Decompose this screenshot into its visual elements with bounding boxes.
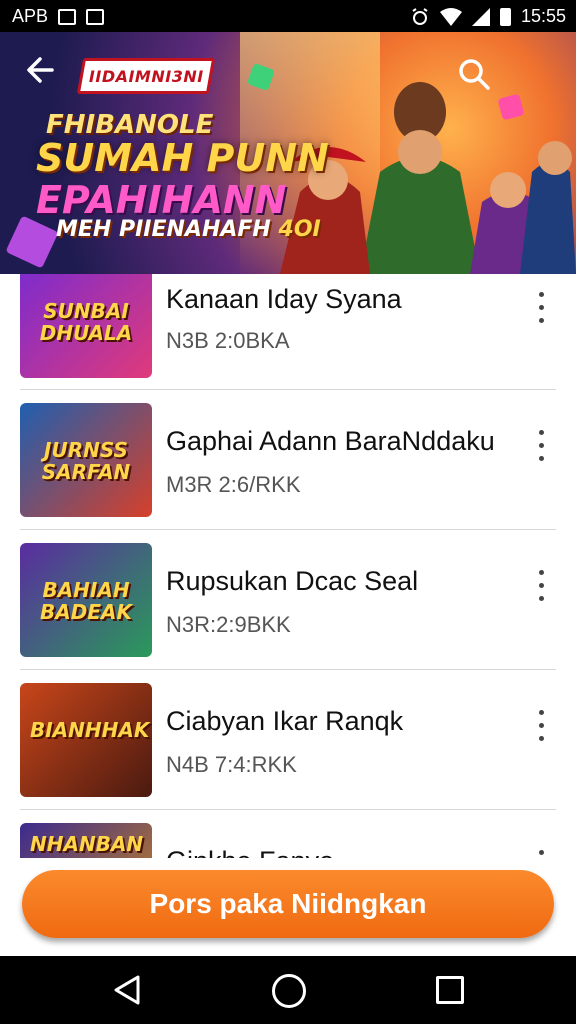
more-vert-icon bbox=[539, 292, 544, 297]
game-thumbnail: BAHIAH BADEAK bbox=[20, 543, 152, 657]
logo-text: IIDAIMNI3NI bbox=[88, 66, 204, 86]
wifi-icon bbox=[439, 7, 462, 26]
nav-recents-icon[interactable] bbox=[436, 976, 464, 1004]
search-button[interactable] bbox=[454, 54, 494, 94]
banner-line-4-text: MEH PIIENAHAFH bbox=[56, 217, 271, 242]
more-options-button[interactable] bbox=[526, 706, 556, 746]
thumbnail-title: JURNSS SARFAN bbox=[41, 438, 131, 484]
game-logo: IIDAIMNI3NI bbox=[76, 58, 216, 94]
game-thumbnail: BIANHHAK bbox=[20, 683, 152, 797]
cta-container: Pors paka Niidngkan bbox=[0, 858, 576, 956]
status-time: 15:55 bbox=[520, 6, 566, 26]
thumbnail-title: BIANHHAK bbox=[30, 718, 150, 742]
more-vert-icon bbox=[539, 430, 544, 435]
image-notification-icon bbox=[86, 8, 105, 25]
notification-icon bbox=[58, 8, 77, 25]
game-thumbnail: SUNBAI DHUALA bbox=[20, 274, 152, 378]
thumbnail-title: BAHIAH BADEAK bbox=[40, 578, 132, 624]
battery-icon bbox=[499, 7, 511, 26]
game-meta: N4B 7:4:RKK bbox=[166, 752, 297, 777]
game-list: SUNBAI DHUALA Kanaan Iday Syana N3B 2:0B… bbox=[0, 274, 576, 858]
banner-line-3: EPAHIHANN bbox=[36, 178, 287, 222]
status-bar: APB 15:55 bbox=[0, 0, 576, 32]
primary-action-button[interactable]: Pors paka Niidngkan bbox=[22, 870, 554, 938]
banner-line-4-number: 4OI bbox=[278, 217, 321, 242]
signal-icon bbox=[471, 7, 490, 26]
list-item[interactable]: SUNBAI DHUALA Kanaan Iday Syana N3B 2:0B… bbox=[20, 274, 556, 390]
gem-decoration bbox=[5, 215, 59, 269]
system-nav-bar bbox=[0, 956, 576, 1024]
alarm-icon bbox=[412, 7, 428, 25]
thumbnail-title: NHANBAN bbox=[30, 832, 144, 856]
back-button[interactable] bbox=[20, 54, 60, 94]
list-item[interactable]: JURNSS SARFAN Gaphai Adann BaraNddaku M3… bbox=[20, 390, 556, 530]
nav-back-icon[interactable] bbox=[112, 974, 142, 1006]
more-options-button[interactable] bbox=[526, 288, 556, 328]
game-meta: M3R 2:6/RKK bbox=[166, 472, 301, 497]
list-item[interactable]: BAHIAH BADEAK Rupsukan Dcac Seal N3R:2:9… bbox=[20, 530, 556, 670]
more-vert-icon bbox=[539, 570, 544, 575]
banner-line-4: MEH PIIENAHAFH 4OI bbox=[56, 217, 321, 242]
more-options-button[interactable] bbox=[526, 426, 556, 466]
game-meta: N3R:2:9BKK bbox=[166, 612, 291, 637]
more-options-button[interactable] bbox=[526, 566, 556, 606]
arrow-left-icon bbox=[27, 57, 54, 83]
list-item[interactable]: NHANBAN Ginkhe Fanye bbox=[20, 810, 556, 858]
game-title: Ciabyan Ikar Ranqk bbox=[166, 706, 404, 736]
game-title: Ginkhe Fanye bbox=[166, 846, 334, 858]
banner-line-2: SUMAH PUNN bbox=[36, 136, 329, 180]
more-vert-icon bbox=[539, 850, 544, 855]
game-title: Kanaan Iday Syana bbox=[166, 284, 402, 314]
list-item[interactable]: BIANHHAK Ciabyan Ikar Ranqk N4B 7:4:RKK bbox=[20, 670, 556, 810]
nav-home-icon[interactable] bbox=[272, 974, 306, 1008]
status-left-text: APB bbox=[12, 6, 49, 26]
game-thumbnail: JURNSS SARFAN bbox=[20, 403, 152, 517]
game-meta: N3B 2:0BKA bbox=[166, 328, 290, 353]
more-options-button[interactable] bbox=[526, 846, 556, 858]
thumbnail-title: SUNBAI DHUALA bbox=[39, 299, 133, 345]
more-vert-icon bbox=[539, 710, 544, 715]
game-thumbnail: NHANBAN bbox=[20, 823, 152, 858]
game-title: Gaphai Adann BaraNddaku bbox=[166, 426, 495, 456]
hero-banner: IIDAIMNI3NI FHIBANOLE SUMAH PUNN EPAHIHA… bbox=[0, 32, 576, 274]
game-title: Rupsukan Dcac Seal bbox=[166, 566, 419, 596]
search-icon bbox=[459, 59, 490, 90]
